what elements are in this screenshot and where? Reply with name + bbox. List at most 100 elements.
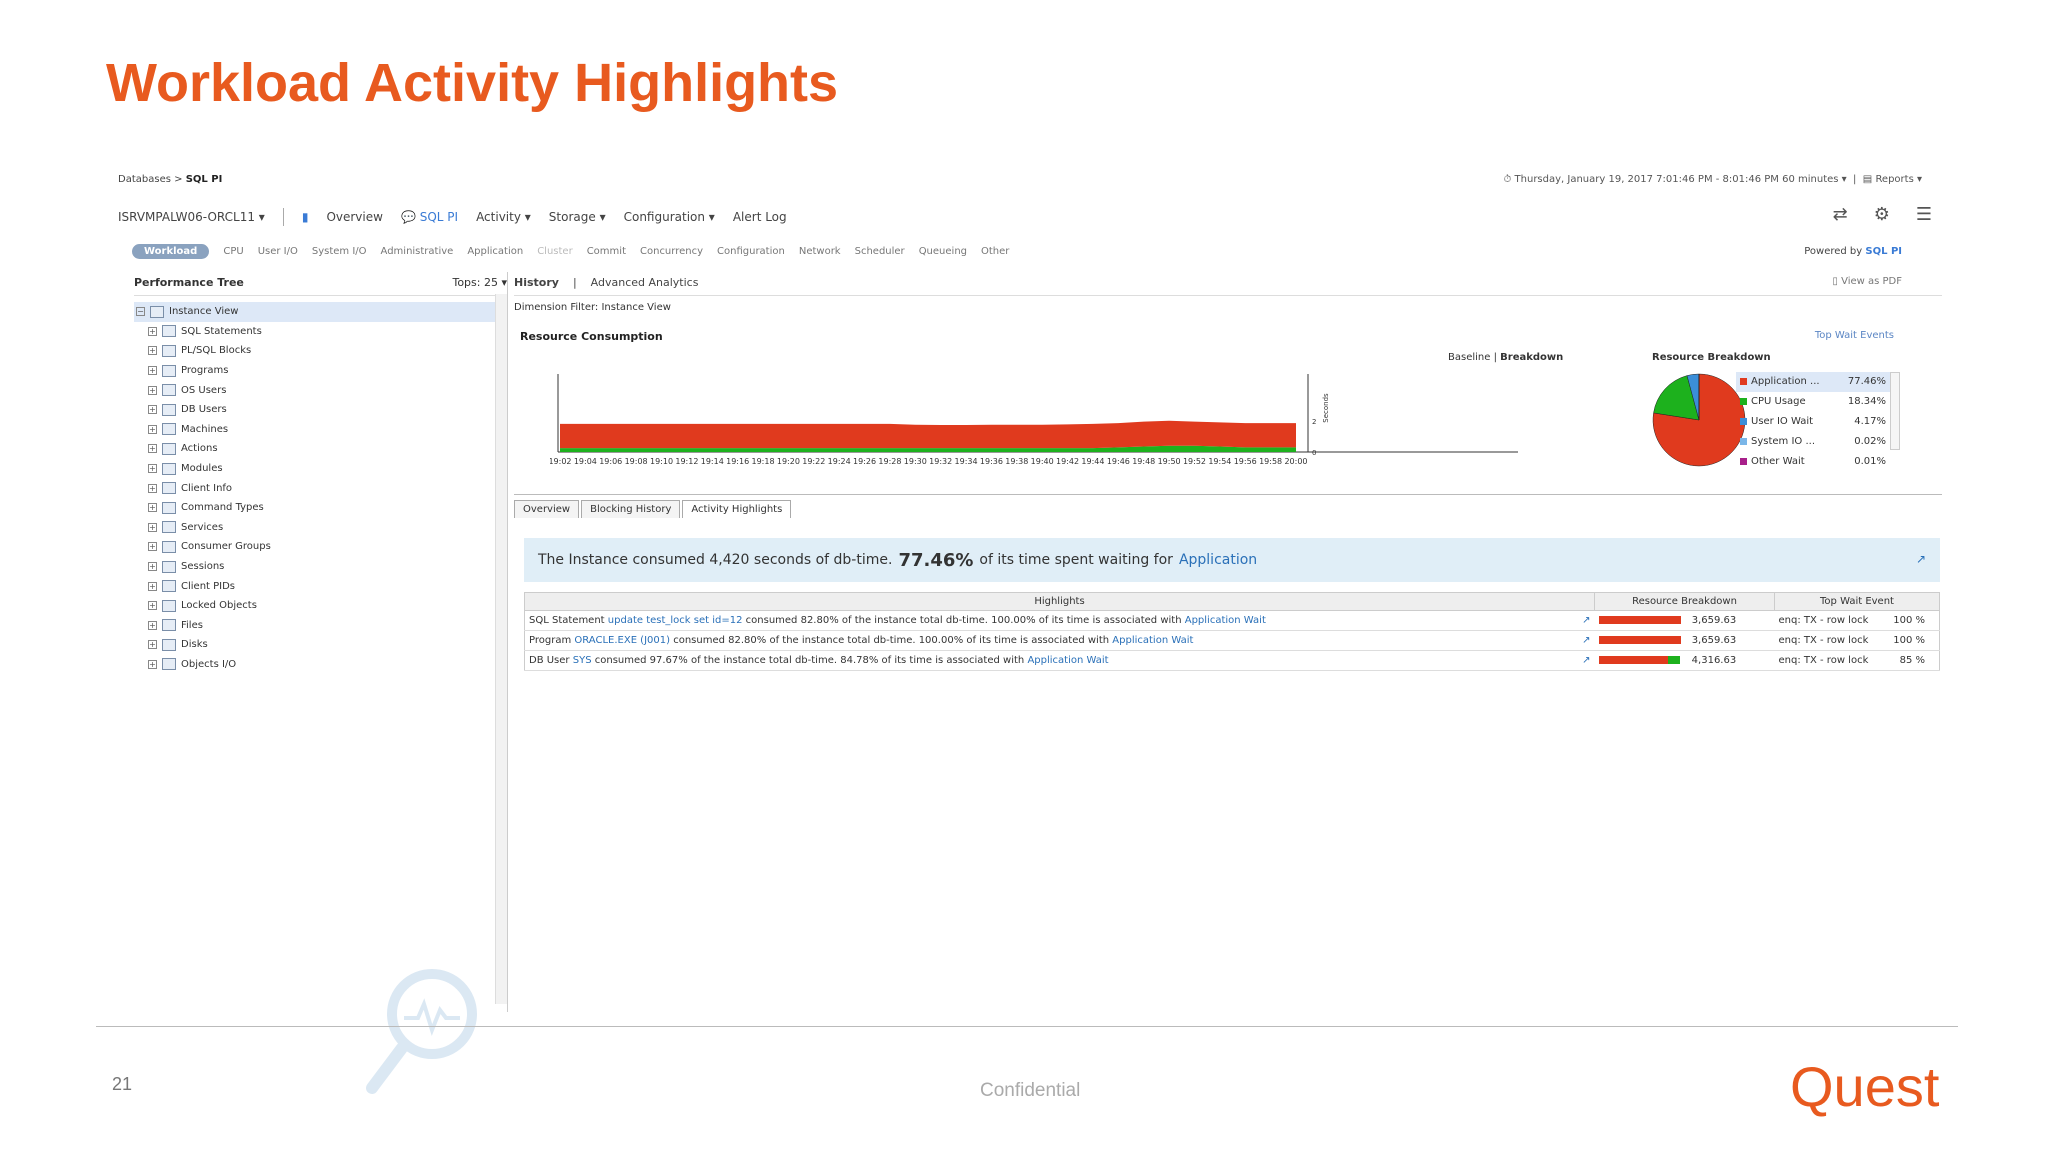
workload-tab-cluster[interactable]: Cluster xyxy=(537,246,573,257)
tree-item-sql-statements[interactable]: + SQL Statements xyxy=(134,322,507,342)
workload-tab-system-i-o[interactable]: System I/O xyxy=(312,246,367,257)
tree-item-os-users[interactable]: + OS Users xyxy=(134,380,507,400)
tab-history[interactable]: History xyxy=(514,276,559,289)
expand-icon[interactable]: + xyxy=(148,346,157,356)
tree-item-locked-objects[interactable]: + Locked Objects xyxy=(134,596,507,616)
external-link-icon[interactable]: ↗ xyxy=(1582,655,1590,666)
tree-item-objects-i-o[interactable]: + Objects I/O xyxy=(134,655,507,675)
detail-tab-overview[interactable]: Overview xyxy=(514,500,580,518)
external-link-icon[interactable]: ↗ xyxy=(1582,635,1590,646)
baseline-link[interactable]: Baseline xyxy=(1448,352,1490,363)
legend-swatch xyxy=(1740,398,1747,406)
workload-tab-network[interactable]: Network xyxy=(799,246,841,257)
tree-item-programs[interactable]: + Programs xyxy=(134,361,507,381)
expand-icon[interactable]: + xyxy=(148,444,157,454)
tree-item-client-info[interactable]: + Client Info xyxy=(134,478,507,498)
nav-activity[interactable]: Activity ▾ xyxy=(476,210,531,224)
expand-icon[interactable]: + xyxy=(148,522,157,532)
tree-item-instance-view[interactable]: − Instance View xyxy=(134,302,507,322)
tops-selector[interactable]: Tops: 25 ▾ xyxy=(452,276,507,289)
detail-tab-activity-highlights[interactable]: Activity Highlights xyxy=(682,500,792,518)
tree-item-actions[interactable]: + Actions xyxy=(134,439,507,459)
expand-icon[interactable]: + xyxy=(148,366,157,376)
workload-tab-cpu[interactable]: CPU xyxy=(223,246,243,257)
legend-item[interactable]: User IO Wait 4.17% xyxy=(1736,412,1890,432)
legend-item[interactable]: Other Wait 0.01% xyxy=(1736,451,1890,471)
expand-icon[interactable]: − xyxy=(136,307,145,317)
external-link-icon[interactable]: ↗ xyxy=(1582,615,1590,626)
wait-class-link[interactable]: Application Wait xyxy=(1112,635,1193,646)
instance-selector[interactable]: ISRVMPALW06-ORCL11 ▾ xyxy=(118,210,265,224)
tree-item-files[interactable]: + Files xyxy=(134,616,507,636)
workload-tab-concurrency[interactable]: Concurrency xyxy=(640,246,703,257)
legend-item[interactable]: Application ... 77.46% xyxy=(1736,372,1890,392)
tree-item-services[interactable]: + Services xyxy=(134,518,507,538)
expand-icon[interactable]: + xyxy=(148,581,157,591)
expand-icon[interactable]: + xyxy=(148,542,157,552)
main-nav: ISRVMPALW06-ORCL11 ▾ ▮ Overview 💬 SQL PI… xyxy=(118,206,787,228)
workload-tab-administrative[interactable]: Administrative xyxy=(381,246,454,257)
breadcrumb-root[interactable]: Databases xyxy=(118,174,171,185)
view-as-pdf-button[interactable]: ▯ View as PDF xyxy=(1832,276,1902,287)
expand-icon[interactable]: + xyxy=(148,405,157,415)
tree-item-modules[interactable]: + Modules xyxy=(134,459,507,479)
tree-item-disks[interactable]: + Disks xyxy=(134,635,507,655)
workload-tab-scheduler[interactable]: Scheduler xyxy=(855,246,905,257)
tree-item-pl-sql-blocks[interactable]: + PL/SQL Blocks xyxy=(134,341,507,361)
workload-tab-queueing[interactable]: Queueing xyxy=(919,246,967,257)
nav-storage[interactable]: Storage ▾ xyxy=(549,210,606,224)
refresh-icon[interactable]: ⇄ xyxy=(1833,204,1848,225)
expand-icon[interactable]: + xyxy=(148,640,157,650)
reports-button[interactable]: ▤ Reports ▾ xyxy=(1863,174,1922,185)
summary-target-link[interactable]: Application xyxy=(1179,552,1257,568)
legend-item[interactable]: CPU Usage 18.34% xyxy=(1736,392,1890,412)
expand-icon[interactable]: + xyxy=(148,503,157,513)
workload-tab-user-i-o[interactable]: User I/O xyxy=(258,246,298,257)
breakdown-link[interactable]: Breakdown xyxy=(1500,352,1563,363)
menu-icon[interactable]: ☰ xyxy=(1916,204,1932,225)
app-screenshot: Databases > SQL PI ⏱ Thursday, January 1… xyxy=(112,168,1942,1094)
expand-icon[interactable]: + xyxy=(148,385,157,395)
workload-tab-commit[interactable]: Commit xyxy=(587,246,626,257)
time-range-selector[interactable]: ⏱ Thursday, January 19, 2017 7:01:46 PM … xyxy=(1504,174,1922,185)
nav-configuration[interactable]: Configuration ▾ xyxy=(624,210,715,224)
expand-icon[interactable]: + xyxy=(148,326,157,336)
workload-tab-workload[interactable]: Workload xyxy=(132,244,210,259)
highlight-object-link[interactable]: ORACLE.EXE (J001) xyxy=(574,635,670,646)
tree-item-client-pids[interactable]: + Client PIDs xyxy=(134,576,507,596)
wait-class-link[interactable]: Application Wait xyxy=(1027,655,1108,666)
expand-icon[interactable]: + xyxy=(148,601,157,611)
wait-class-link[interactable]: Application Wait xyxy=(1185,615,1266,626)
nav-overview[interactable]: Overview xyxy=(326,210,383,224)
top-wait-events-link[interactable]: Top Wait Events xyxy=(1815,330,1894,341)
legend-scrollbar[interactable] xyxy=(1890,372,1900,450)
legend-item[interactable]: System IO ... 0.02% xyxy=(1736,431,1890,451)
expand-icon[interactable]: + xyxy=(148,424,157,434)
gear-icon[interactable]: ⚙ xyxy=(1874,204,1890,225)
workload-tab-application[interactable]: Application xyxy=(467,246,523,257)
nav-alert-log[interactable]: Alert Log xyxy=(733,210,787,224)
expand-icon[interactable]: + xyxy=(148,620,157,630)
tree-item-machines[interactable]: + Machines xyxy=(134,420,507,440)
tree-item-command-types[interactable]: + Command Types xyxy=(134,498,507,518)
workload-tab-configuration[interactable]: Configuration xyxy=(717,246,785,257)
expand-icon[interactable]: + xyxy=(148,562,157,572)
tree-item-consumer-groups[interactable]: + Consumer Groups xyxy=(134,537,507,557)
dashboard-icon[interactable]: ▮ xyxy=(302,210,309,224)
tree-scrollbar[interactable] xyxy=(495,294,507,1004)
highlight-object-link[interactable]: SYS xyxy=(573,655,592,666)
external-link-icon[interactable]: ↗ xyxy=(1916,552,1926,566)
expand-icon[interactable]: + xyxy=(148,483,157,493)
tree-item-db-users[interactable]: + DB Users xyxy=(134,400,507,420)
highlight-object-link[interactable]: update test_lock set id=12 xyxy=(608,615,743,626)
nav-sqlpi[interactable]: 💬 SQL PI xyxy=(401,210,458,224)
expand-icon[interactable]: + xyxy=(148,464,157,474)
x-tick-label: 19:06 xyxy=(599,457,622,466)
baseline-breakdown-toggle: Baseline | Breakdown xyxy=(1448,352,1564,363)
workload-tab-other[interactable]: Other xyxy=(981,246,1009,257)
detail-tab-blocking-history[interactable]: Blocking History xyxy=(581,500,681,518)
tree-node-icon xyxy=(162,560,176,573)
tree-item-sessions[interactable]: + Sessions xyxy=(134,557,507,577)
expand-icon[interactable]: + xyxy=(148,659,157,669)
tab-advanced-analytics[interactable]: Advanced Analytics xyxy=(591,276,699,289)
